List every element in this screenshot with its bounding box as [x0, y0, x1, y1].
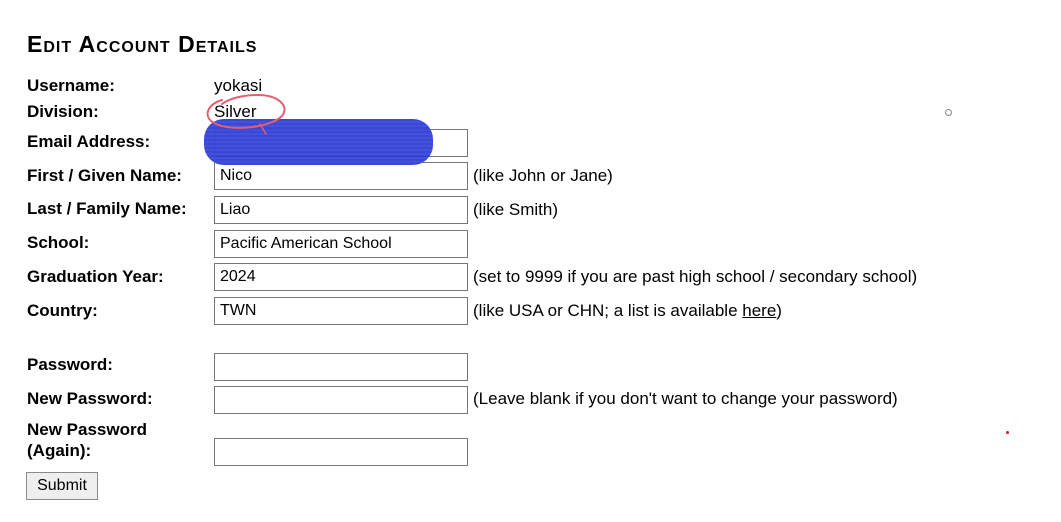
- new-password-hint: (Leave blank if you don't want to change…: [473, 389, 898, 408]
- graduation-year-label: Graduation Year:: [27, 267, 164, 286]
- school-label: School:: [27, 233, 90, 252]
- country-hint-text: (like USA or CHN; a list is available: [473, 301, 743, 320]
- country-label: Country:: [27, 301, 98, 320]
- username-label: Username:: [27, 76, 115, 95]
- new-password-again-field[interactable]: [214, 438, 468, 466]
- first-name-field[interactable]: [214, 162, 468, 190]
- new-password-label: New Password:: [27, 389, 153, 408]
- page-title: Edit Account Details: [27, 31, 258, 57]
- password-label: Password:: [27, 355, 113, 374]
- first-name-hint: (like John or Jane): [473, 166, 613, 185]
- graduation-year-field[interactable]: [214, 263, 468, 291]
- last-name-hint: (like Smith): [473, 200, 559, 219]
- graduation-year-hint: (set to 9999 if you are past high school…: [473, 267, 918, 286]
- password-field[interactable]: [214, 353, 468, 381]
- new-password-again-label-line2: (Again):: [27, 441, 92, 460]
- edit-account-page: Edit Account Details Username: yokasi Di…: [0, 0, 1061, 522]
- stray-red-dot: [1006, 431, 1009, 434]
- last-name-field[interactable]: [214, 196, 468, 224]
- first-name-label: First / Given Name:: [27, 166, 182, 185]
- division-circle-annotation: [206, 93, 286, 135]
- country-hint: (like USA or CHN; a list is available he…: [473, 301, 782, 321]
- stray-circle-dot: [945, 109, 952, 116]
- new-password-again-label-line1: New Password: [27, 420, 147, 439]
- email-label: Email Address:: [27, 132, 151, 151]
- school-field[interactable]: [214, 230, 468, 258]
- country-hint-close: ): [776, 301, 782, 320]
- last-name-label: Last / Family Name:: [27, 199, 187, 218]
- new-password-field[interactable]: [214, 386, 468, 414]
- country-list-link[interactable]: here: [742, 301, 776, 320]
- submit-button[interactable]: Submit: [26, 472, 98, 500]
- country-field[interactable]: [214, 297, 468, 325]
- division-label: Division:: [27, 102, 99, 121]
